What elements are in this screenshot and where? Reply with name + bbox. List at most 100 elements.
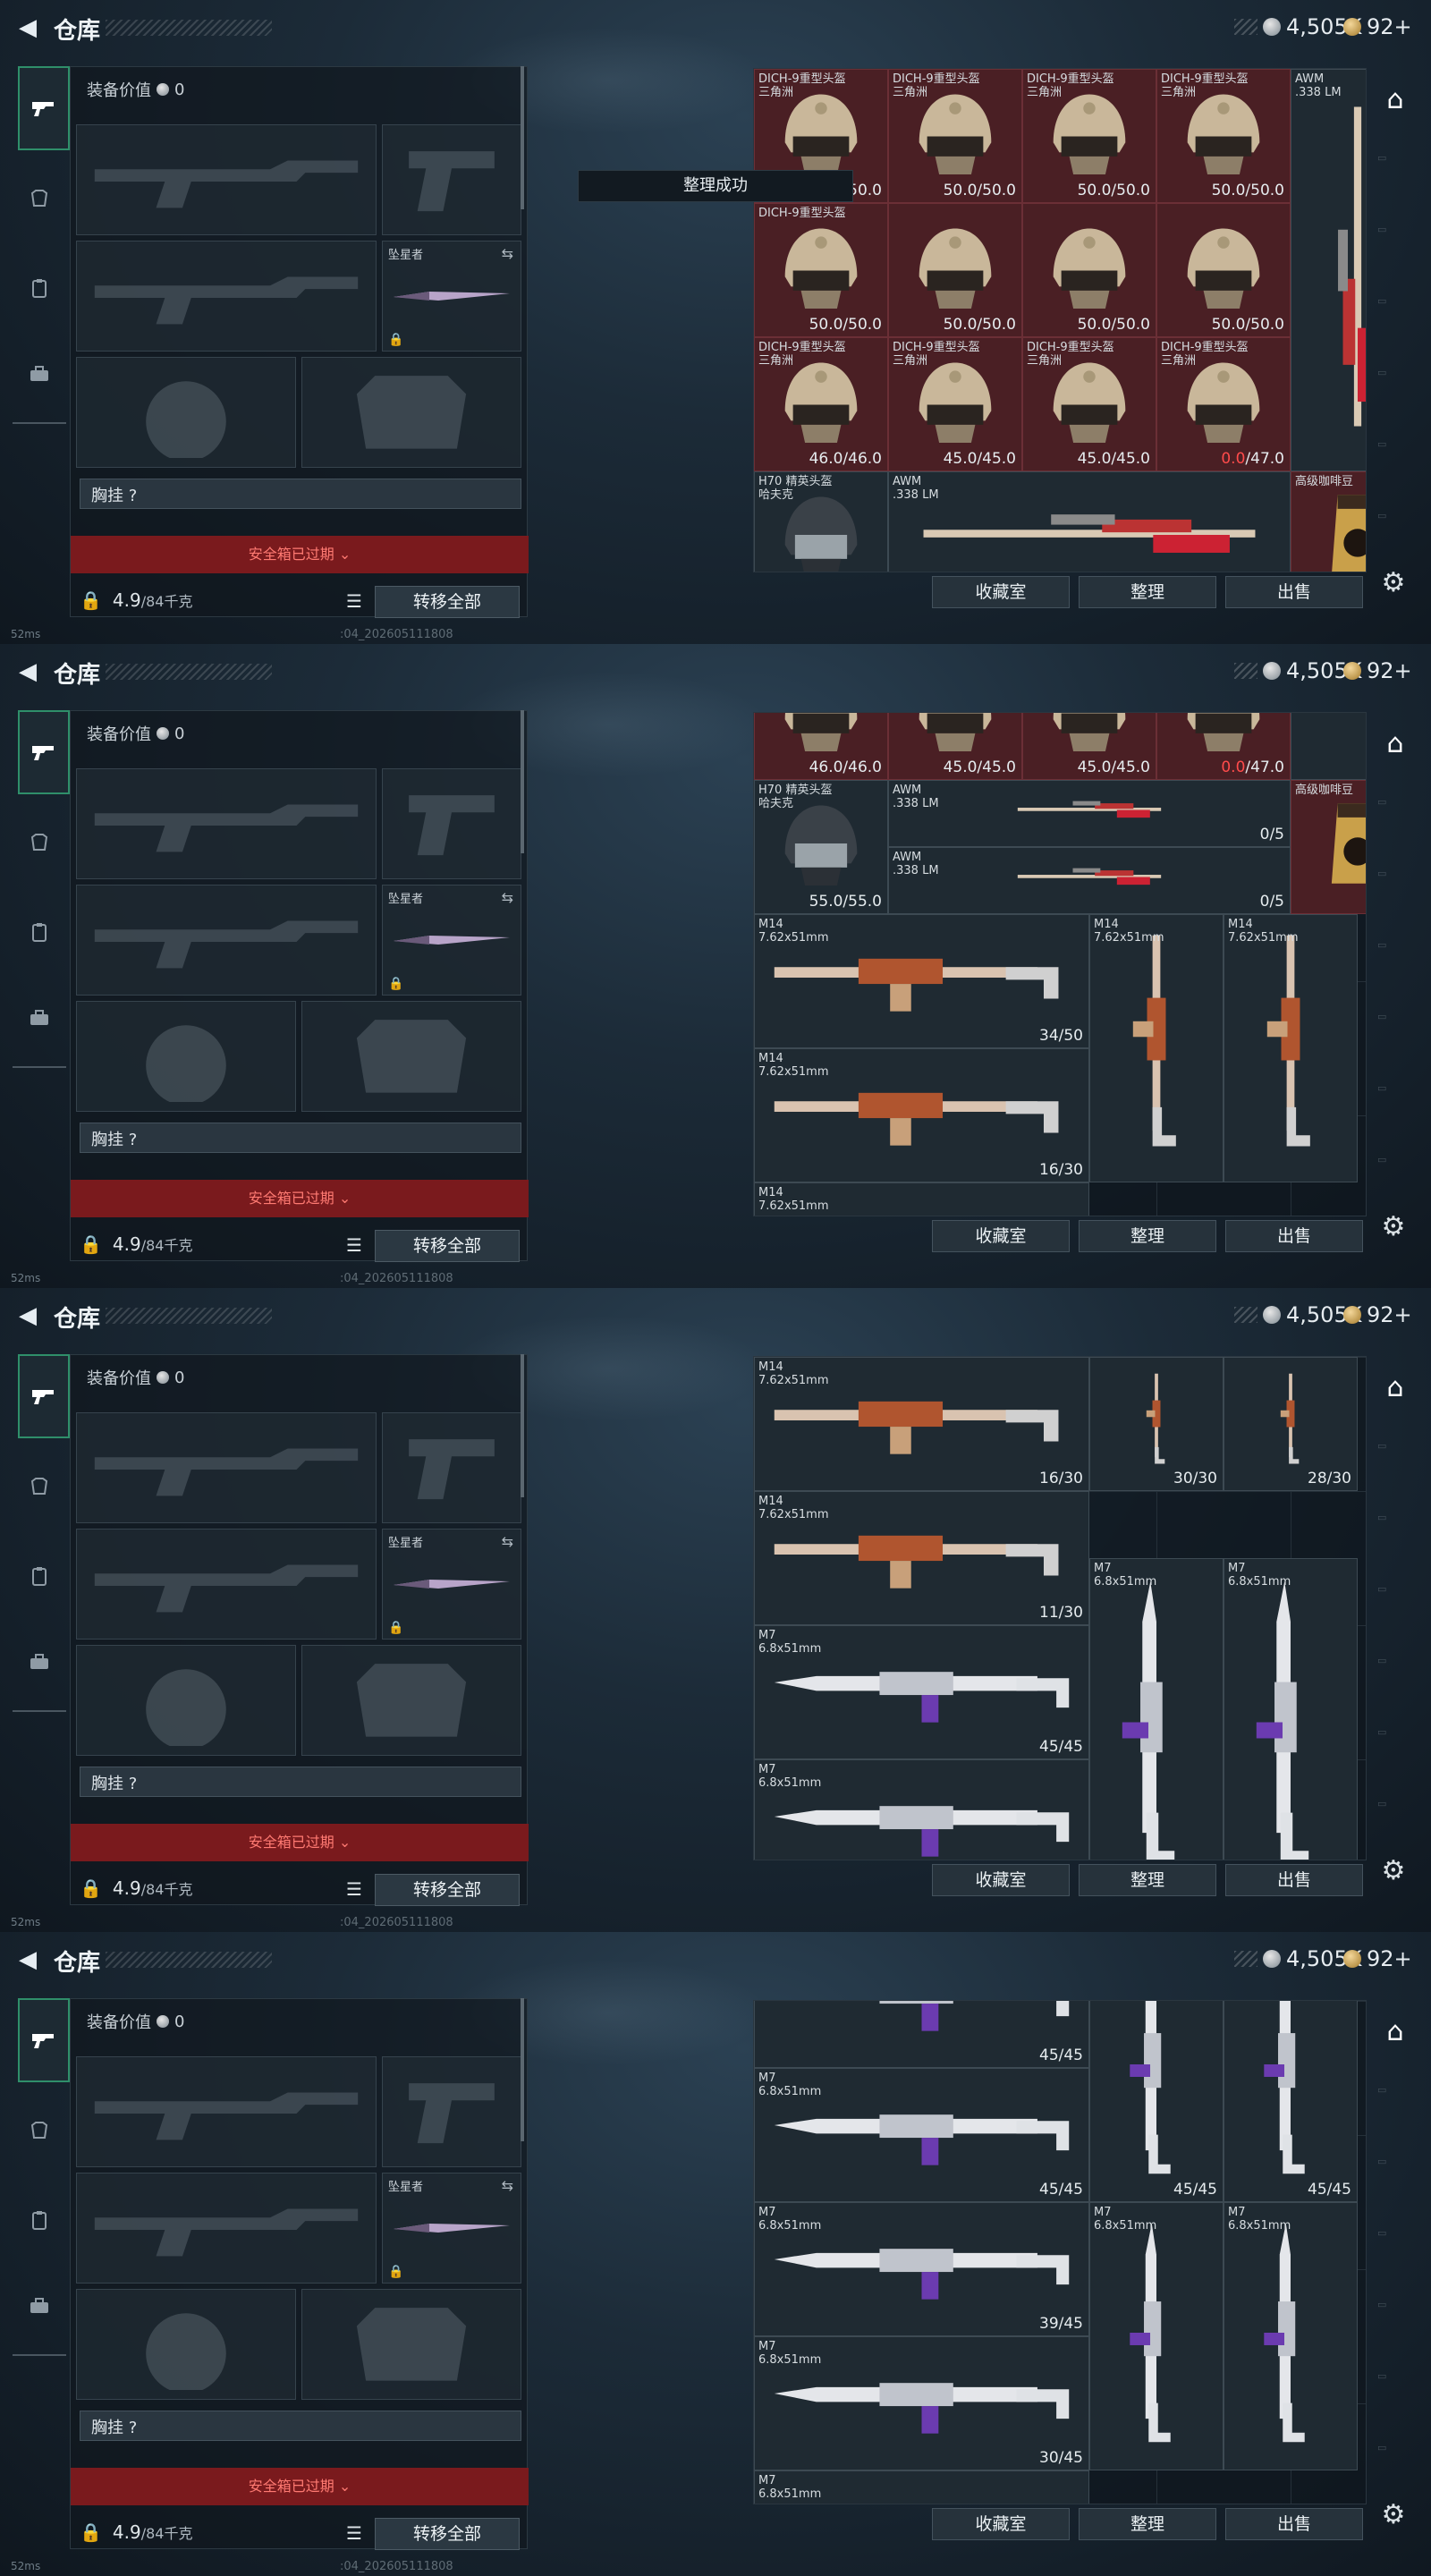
stash-item[interactable]: 28/30 (1224, 1357, 1358, 1491)
collection-room-button[interactable]: 收藏室 (932, 576, 1070, 608)
tool-icon[interactable]: ▭ (1377, 868, 1413, 898)
nav-bag-tab[interactable] (20, 998, 59, 1038)
warehouse-icon[interactable]: ⌂ (1376, 724, 1415, 764)
pistol-slot[interactable] (382, 768, 521, 879)
gold-currency[interactable]: 92+ (1343, 1946, 1412, 1971)
nav-weapons-tab[interactable] (18, 1354, 70, 1438)
transfer-all-button[interactable]: 转移全部 (375, 586, 520, 618)
secure-container-expired-banner[interactable]: 安全箱已过期 ⌄ (71, 2468, 529, 2505)
stash-item[interactable]: AWM .338 LM 0/5 (888, 847, 1291, 914)
transfer-all-button[interactable]: 转移全部 (375, 2518, 520, 2550)
tool-icon[interactable]: ▭ (1377, 2156, 1413, 2186)
collection-room-button[interactable]: 收藏室 (932, 1220, 1070, 1252)
list-view-icon[interactable]: ☰ (339, 586, 369, 616)
settings-gear-icon[interactable]: ⚙ (1376, 565, 1411, 601)
organize-button[interactable]: 整理 (1079, 1220, 1216, 1252)
list-view-icon[interactable]: ☰ (339, 2518, 369, 2548)
loadout-scrollbar[interactable] (521, 1354, 524, 1497)
nav-medical-tab[interactable] (20, 912, 59, 952)
loadout-scrollbar[interactable] (521, 66, 524, 209)
stash-item[interactable]: M14 7.62x51mm 11/30 (754, 1491, 1089, 1625)
stash-item[interactable]: M7 6.8x51mm 30/45 (754, 2336, 1089, 2470)
primary-weapon-slot[interactable] (76, 768, 377, 879)
nav-medical-tab[interactable] (20, 268, 59, 308)
stash-item[interactable]: M7 6.8x51mm 45/45 (754, 1625, 1089, 1759)
list-view-icon[interactable]: ☰ (339, 1230, 369, 1260)
tool-icon[interactable]: ▭ (1377, 2370, 1413, 2401)
nav-bag-tab[interactable] (20, 1642, 59, 1682)
nav-weapons-tab[interactable] (18, 1998, 70, 2082)
stash-item[interactable]: 高级咖啡豆 (1291, 780, 1366, 914)
stash-item[interactable]: M7 6.8x51mm (1089, 2202, 1224, 2470)
warehouse-icon[interactable]: ⌂ (1376, 80, 1415, 120)
stash-item[interactable]: 45.0/45.0 (888, 713, 1022, 780)
nav-weapons-tab[interactable] (18, 710, 70, 794)
tool-icon[interactable]: ▭ (1377, 1011, 1413, 1041)
collection-room-button[interactable]: 收藏室 (932, 2508, 1070, 2540)
stash-item[interactable]: 50.0/50.0 (1156, 203, 1291, 337)
secondary-weapon-slot[interactable] (76, 885, 377, 996)
stash-item[interactable]: H70 精英头盔 哈夫克 55.0/55.0 (754, 780, 888, 914)
primary-weapon-slot[interactable] (76, 1412, 377, 1523)
secondary-weapon-slot[interactable] (76, 2173, 377, 2284)
stash-item[interactable]: DICH-9重型头盔 三角洲 50.0/50.0 (888, 69, 1022, 203)
pistol-slot[interactable] (382, 2056, 521, 2167)
nav-bag-tab[interactable] (20, 2286, 59, 2326)
secure-container-expired-banner[interactable]: 安全箱已过期 ⌄ (71, 1824, 529, 1861)
chest-rig-slot[interactable]: 胸挂 ? (80, 1123, 521, 1153)
body-armor-slot[interactable] (301, 357, 521, 468)
nav-medical-tab[interactable] (20, 1556, 59, 1596)
gold-currency[interactable]: 92+ (1343, 658, 1412, 683)
chest-rig-slot[interactable]: 胸挂 ? (80, 479, 521, 509)
stash-item[interactable]: 50.0/50.0 (1022, 203, 1156, 337)
stash-item[interactable]: DICH-9重型头盔 三角洲 50.0/50.0 (1022, 69, 1156, 203)
list-view-icon[interactable]: ☰ (339, 1874, 369, 1904)
nav-weapons-tab[interactable] (18, 66, 70, 150)
melee-slot[interactable]: 坠星者 ⇆ 🔒 (382, 885, 521, 996)
swap-icon[interactable]: ⇆ (502, 889, 513, 906)
melee-slot[interactable]: 坠星者 ⇆ 🔒 (382, 241, 521, 352)
loadout-scrollbar[interactable] (521, 710, 524, 853)
melee-slot[interactable]: 坠星者 ⇆ 🔒 (382, 2173, 521, 2284)
nav-medical-tab[interactable] (20, 2200, 59, 2240)
back-button[interactable]: ◀ (13, 657, 43, 687)
chest-rig-slot[interactable]: 胸挂 ? (80, 2411, 521, 2441)
body-armor-slot[interactable] (301, 2289, 521, 2400)
organize-button[interactable]: 整理 (1079, 2508, 1216, 2540)
stash-item[interactable]: M14 7.62x51mm 34/50 (754, 914, 1089, 1048)
tool-icon[interactable]: ▭ (1377, 510, 1413, 540)
back-button[interactable]: ◀ (13, 1301, 43, 1331)
pistol-slot[interactable] (382, 124, 521, 235)
stash-item[interactable]: M14 7.62x51mm 16/30 (754, 1357, 1089, 1491)
tool-icon[interactable]: ▭ (1377, 224, 1413, 254)
tool-icon[interactable]: ▭ (1377, 1512, 1413, 1542)
organize-button[interactable]: 整理 (1079, 1864, 1216, 1896)
nav-bag-tab[interactable] (20, 354, 59, 394)
stash-item[interactable]: M7 6.8x51mm (1224, 2202, 1358, 2470)
stash-item[interactable]: DICH-9重型头盔 50.0/50.0 (754, 203, 888, 337)
warehouse-icon[interactable]: ⌂ (1376, 2012, 1415, 2052)
stash-item[interactable]: M7 6.8x51mm 39/45 (754, 2202, 1089, 2336)
sell-button[interactable]: 出售 (1225, 1220, 1363, 1252)
tool-icon[interactable]: ▭ (1377, 152, 1413, 182)
tool-icon[interactable]: ▭ (1377, 1583, 1413, 1614)
back-button[interactable]: ◀ (13, 1945, 43, 1975)
swap-icon[interactable]: ⇆ (502, 2177, 513, 2194)
stash-item[interactable]: DICH-9重型头盔 三角洲 46.0/46.0 (754, 337, 888, 471)
loadout-scrollbar[interactable] (521, 1998, 524, 2141)
chest-rig-slot[interactable]: 胸挂 ? (80, 1767, 521, 1797)
helmet-slot[interactable] (76, 357, 296, 468)
settings-gear-icon[interactable]: ⚙ (1376, 1853, 1411, 1889)
settings-gear-icon[interactable]: ⚙ (1376, 2497, 1411, 2533)
primary-weapon-slot[interactable] (76, 2056, 377, 2167)
organize-button[interactable]: 整理 (1079, 576, 1216, 608)
stash-item[interactable]: M7 6.8x51mm (754, 2470, 1089, 2504)
tool-icon[interactable]: ▭ (1377, 438, 1413, 469)
helmet-slot[interactable] (76, 2289, 296, 2400)
stash-item[interactable]: 50.0/50.0 (888, 203, 1022, 337)
stash-item[interactable]: DICH-9重型头盔 三角洲 45.0/45.0 (888, 337, 1022, 471)
stash-item[interactable]: M14 7.62x51mm (754, 1182, 1089, 1216)
tool-icon[interactable]: ▭ (1377, 1082, 1413, 1113)
stash-item[interactable]: DICH-9重型头盔 三角洲 50.0/50.0 (1156, 69, 1291, 203)
nav-armor-tab[interactable] (20, 2111, 59, 2150)
